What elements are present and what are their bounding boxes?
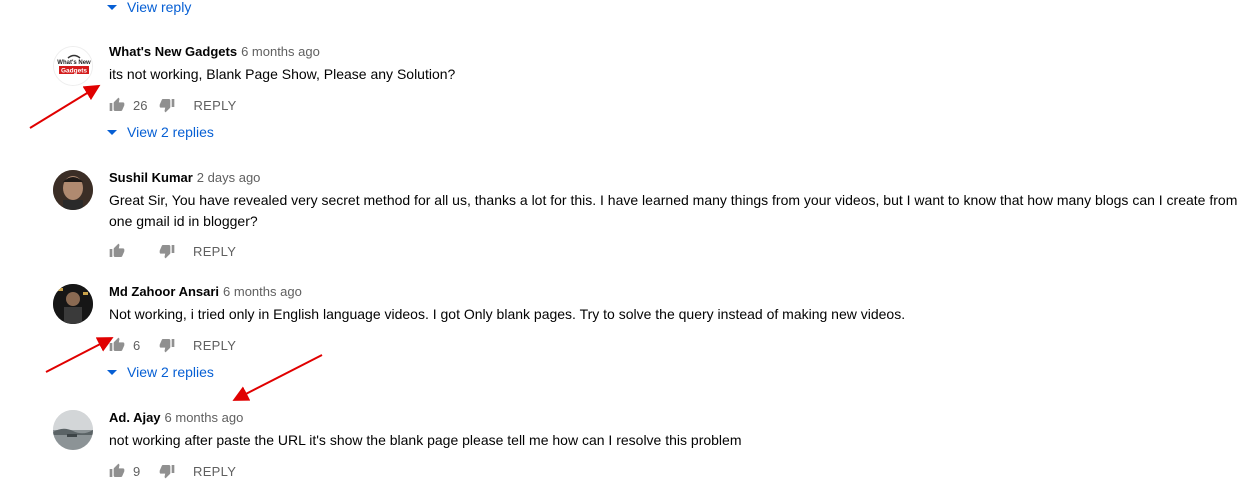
comment-text: Not working, i tried only in English lan… xyxy=(109,306,906,322)
channel-logo: What's New Gadgets xyxy=(54,47,92,85)
avatar-photo xyxy=(53,170,93,210)
thumb-down-icon[interactable] xyxy=(159,337,175,353)
view-replies-link[interactable]: View 2 replies xyxy=(107,364,214,380)
view-reply-label: View reply xyxy=(127,0,192,15)
comment-header: Ad. Ajay 6 months ago xyxy=(109,410,243,425)
like-count: 26 xyxy=(133,97,148,113)
author-name[interactable]: What's New Gadgets xyxy=(109,44,237,59)
comment-header: Md Zahoor Ansari 6 months ago xyxy=(109,284,302,299)
comment-actions: 26 REPLY xyxy=(109,97,237,113)
annotation-arrow xyxy=(232,354,323,401)
comment-time[interactable]: 6 months ago xyxy=(241,44,320,59)
svg-text:Gadgets: Gadgets xyxy=(61,68,87,75)
like-count: 9 xyxy=(133,463,141,479)
avatar[interactable] xyxy=(53,410,93,450)
thumb-up-icon[interactable] xyxy=(109,243,125,259)
comment-text: Great Sir, You have revealed very secret… xyxy=(109,192,1238,229)
author-name[interactable]: Ad. Ajay xyxy=(109,410,161,425)
annotation-arrow xyxy=(29,84,101,129)
reply-button[interactable]: REPLY xyxy=(193,98,236,113)
thumb-down-icon[interactable] xyxy=(159,463,175,479)
thumb-down-icon[interactable] xyxy=(159,243,175,259)
view-replies-link[interactable]: View 2 replies xyxy=(107,124,214,140)
view-replies-label: View 2 replies xyxy=(127,364,214,380)
comment-actions: 9 REPLY xyxy=(109,463,236,479)
view-reply-link[interactable]: View reply xyxy=(107,0,191,15)
like-count: 6 xyxy=(133,337,141,353)
thumb-up-icon[interactable] xyxy=(109,337,125,353)
comment-time[interactable]: 6 months ago xyxy=(223,284,302,299)
thumb-up-icon[interactable] xyxy=(109,97,125,113)
caret-down-icon xyxy=(107,369,117,375)
author-name[interactable]: Md Zahoor Ansari xyxy=(109,284,219,299)
thumb-down-icon[interactable] xyxy=(159,97,175,113)
comment-text: not working after paste the URL it's sho… xyxy=(109,432,742,448)
avatar[interactable] xyxy=(53,170,93,210)
reply-button[interactable]: REPLY xyxy=(193,464,236,479)
comment-actions: REPLY xyxy=(109,243,236,259)
avatar-photo xyxy=(53,410,93,450)
reply-button[interactable]: REPLY xyxy=(193,244,236,259)
view-replies-label: View 2 replies xyxy=(127,124,214,140)
annotation-arrow xyxy=(45,337,114,373)
comment-actions: 6 REPLY xyxy=(109,337,236,353)
thumb-up-icon[interactable] xyxy=(109,463,125,479)
author-name[interactable]: Sushil Kumar xyxy=(109,170,193,185)
comment-text: its not working, Blank Page Show, Please… xyxy=(109,66,456,82)
comment-header: Sushil Kumar 2 days ago xyxy=(109,170,260,185)
comment-time[interactable]: 2 days ago xyxy=(197,170,261,185)
avatar[interactable]: What's New Gadgets xyxy=(53,46,93,86)
avatar[interactable] xyxy=(53,284,93,324)
reply-button[interactable]: REPLY xyxy=(193,338,236,353)
avatar-photo xyxy=(53,284,93,324)
caret-down-icon xyxy=(107,129,117,135)
comment-time[interactable]: 6 months ago xyxy=(165,410,244,425)
caret-down-icon xyxy=(107,4,117,10)
comment-header: What's New Gadgets 6 months ago xyxy=(109,44,320,59)
svg-text:What's New: What's New xyxy=(57,60,91,66)
